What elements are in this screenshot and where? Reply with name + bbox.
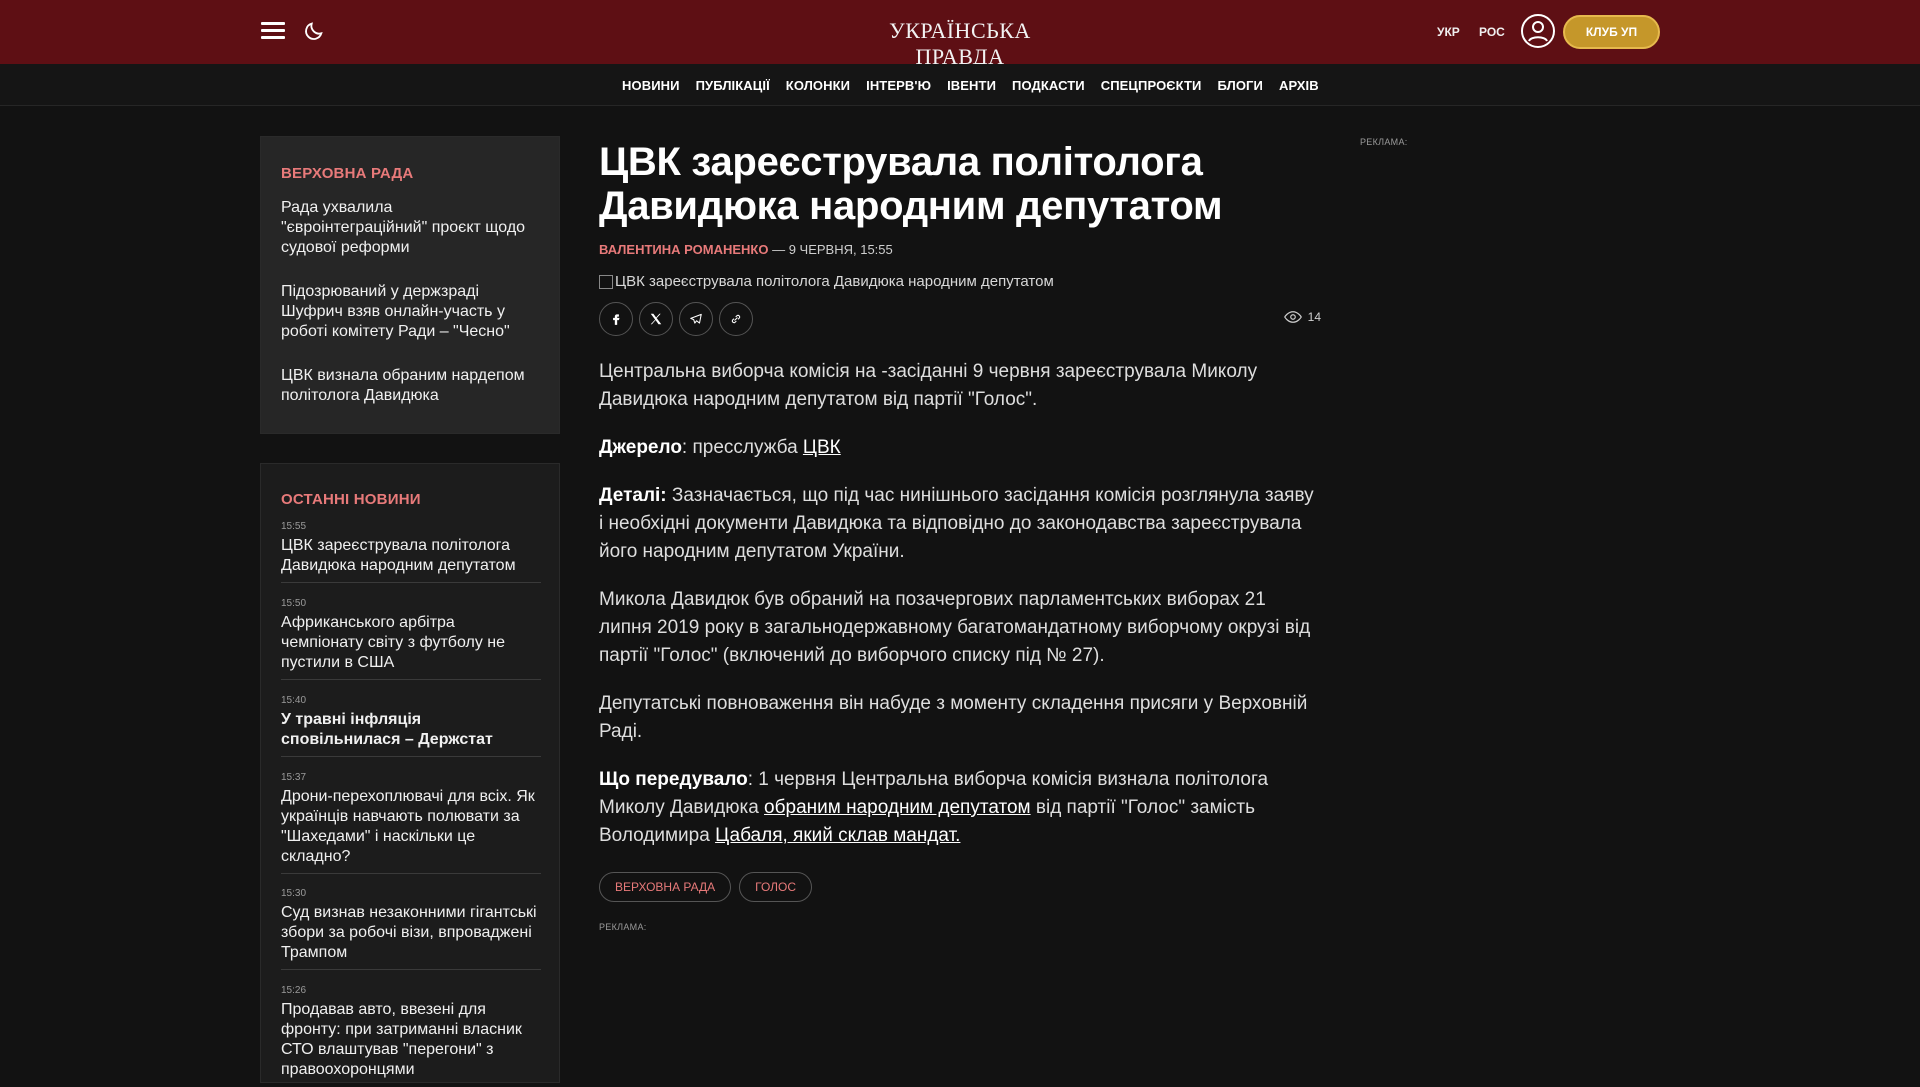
article-date: — 9 ЧЕРВНЯ, 15:55 — [772, 242, 893, 257]
list-item[interactable]: ЦВК визнала обраним нардепом політолога … — [281, 366, 543, 406]
paragraph: Джерело: пресслужба ЦВК — [599, 434, 1321, 462]
tags: ВЕРХОВНА РАДА ГОЛОС — [599, 872, 1321, 902]
details-label: Деталі: — [599, 485, 667, 506]
lang-ukr-link[interactable]: УКР — [1437, 25, 1460, 39]
views-counter: 14 — [1283, 310, 1321, 324]
nav-news[interactable]: НОВИНИ — [622, 78, 680, 93]
nav-podcasts[interactable]: ПОДКАСТИ — [1012, 78, 1085, 93]
site-logo[interactable]: УКРАЇНСЬКА ПРАВДА — [860, 18, 1060, 70]
news-title: Продавав авто, ввезені для фронту: при з… — [281, 1001, 522, 1078]
source-text: : пресслужба — [681, 437, 803, 458]
paragraph: Деталі: Зазначається, що під час нинішнь… — [599, 482, 1321, 566]
tag-holos[interactable]: ГОЛОС — [739, 872, 813, 902]
tag-verkhovna-rada[interactable]: ВЕРХОВНА РАДА — [599, 872, 732, 902]
nav-events[interactable]: ІВЕНТИ — [947, 78, 996, 93]
facebook-icon[interactable] — [599, 302, 633, 336]
latest-news-title[interactable]: ОСТАННІ НОВИНИ — [281, 491, 421, 508]
list-item[interactable]: 15:30 Суд визнав незаконними гігантські … — [281, 888, 541, 970]
list-item[interactable]: 15:37 Дрони-перехоплювачі для всіх. Як у… — [281, 772, 541, 874]
list-item[interactable]: 15:26 Продавав авто, ввезені для фронту:… — [281, 985, 541, 1087]
views-count: 14 — [1307, 310, 1321, 324]
background-label: Що передувало — [599, 769, 748, 790]
user-icon[interactable] — [1521, 14, 1555, 48]
source-label: Джерело — [599, 437, 682, 458]
news-time: 15:37 — [281, 772, 307, 783]
rada-box-title[interactable]: ВЕРХОВНА РАДА — [281, 165, 413, 182]
elected-link[interactable]: обраним народним депутатом — [764, 797, 1031, 818]
source-link[interactable]: ЦВК — [803, 437, 841, 458]
share-bar: 14 — [599, 302, 1321, 336]
list-item[interactable]: Підозрюваний у держзраді Шуфрич взяв онл… — [281, 282, 543, 342]
article-headline: ЦВК зареєструвала політолога Давидюка на… — [599, 140, 1223, 228]
main-nav: НОВИНИ ПУБЛІКАЦІЇ КОЛОНКИ ІНТЕРВ'Ю ІВЕНТ… — [0, 64, 1920, 106]
article-image: ЦВК зареєструвала політолога Давидюка на… — [599, 273, 1321, 290]
news-time: 15:55 — [281, 521, 307, 532]
article-body: Центральна виборча комісія на -засіданні… — [599, 358, 1321, 850]
copy-link-icon[interactable] — [719, 302, 753, 336]
byline: ВАЛЕНТИНА РОМАНЕНКО — 9 ЧЕРВНЯ, 15:55 — [599, 242, 1321, 257]
list-item[interactable]: 15:40 У травні інфляція сповільнилася – … — [281, 695, 541, 757]
nav-archive[interactable]: АРХІВ — [1279, 78, 1319, 93]
news-time: 15:30 — [281, 888, 307, 899]
list-item[interactable]: 15:55 ЦВК зареєструвала політолога Давид… — [281, 521, 541, 583]
nav-blogs[interactable]: БЛОГИ — [1217, 78, 1262, 93]
right-ad-label: РЕКЛАМА: — [1360, 137, 1408, 147]
author-link[interactable]: ВАЛЕНТИНА РОМАНЕНКО — [599, 242, 768, 257]
dark-mode-icon[interactable] — [303, 20, 325, 42]
menu-icon[interactable] — [261, 22, 285, 40]
news-title: Суд визнав незаконними гігантські збори … — [281, 904, 537, 961]
club-button[interactable]: КЛУБ УП — [1563, 15, 1660, 49]
list-item[interactable]: 15:50 Африканського арбітра чемпіонату с… — [281, 598, 541, 680]
news-title: ЦВК зареєструвала політолога Давидюка на… — [281, 537, 516, 574]
top-bar: УКРАЇНСЬКА ПРАВДА УКР РОС КЛУБ УП — [0, 0, 1920, 69]
news-time: 15:26 — [281, 985, 307, 996]
broken-image-icon — [599, 274, 613, 289]
lang-ros-link[interactable]: РОС — [1479, 25, 1505, 39]
telegram-icon[interactable] — [679, 302, 713, 336]
nav-publications[interactable]: ПУБЛІКАЦІЇ — [696, 78, 770, 93]
details-text: Зазначається, що під час нинішнього засі… — [599, 485, 1314, 562]
news-title: Дрони-перехоплювачі для всіх. Як українц… — [281, 788, 535, 865]
image-alt-text: ЦВК зареєструвала політолога Давидюка на… — [615, 273, 1054, 290]
tsabal-link[interactable]: Цабаля, який склав мандат. — [715, 825, 960, 846]
eye-icon — [1283, 311, 1302, 323]
list-item[interactable]: Рада ухвалила "євроінтеграційний" проєкт… — [281, 198, 543, 258]
x-icon[interactable] — [639, 302, 673, 336]
rada-box: ВЕРХОВНА РАДА Рада ухвалила "євроінтегра… — [260, 136, 560, 434]
paragraph: Депутатські повноваження він набуде з мо… — [599, 693, 1308, 742]
news-time: 15:50 — [281, 598, 307, 609]
news-title: У травні інфляція сповільнилася – Держст… — [281, 711, 493, 748]
article: ЦВК зареєструвала політолога Давидюка на… — [599, 140, 1321, 932]
nav-interviews[interactable]: ІНТЕРВ'Ю — [866, 78, 931, 93]
news-time: 15:40 — [281, 695, 307, 706]
paragraph: Микола Давидюк був обраний на позачергов… — [599, 589, 1311, 666]
nav-columns[interactable]: КОЛОНКИ — [786, 78, 850, 93]
paragraph: Що передувало: 1 червня Центральна вибор… — [599, 766, 1321, 850]
nav-special[interactable]: СПЕЦПРОЄКТИ — [1101, 78, 1202, 93]
news-title: Африканського арбітра чемпіонату світу з… — [281, 614, 506, 671]
paragraph: Центральна виборча комісія на -засіданні… — [599, 361, 1258, 410]
latest-news-box: ОСТАННІ НОВИНИ 15:55 ЦВК зареєструвала п… — [260, 463, 560, 1083]
ad-label: РЕКЛАМА: — [599, 922, 647, 932]
